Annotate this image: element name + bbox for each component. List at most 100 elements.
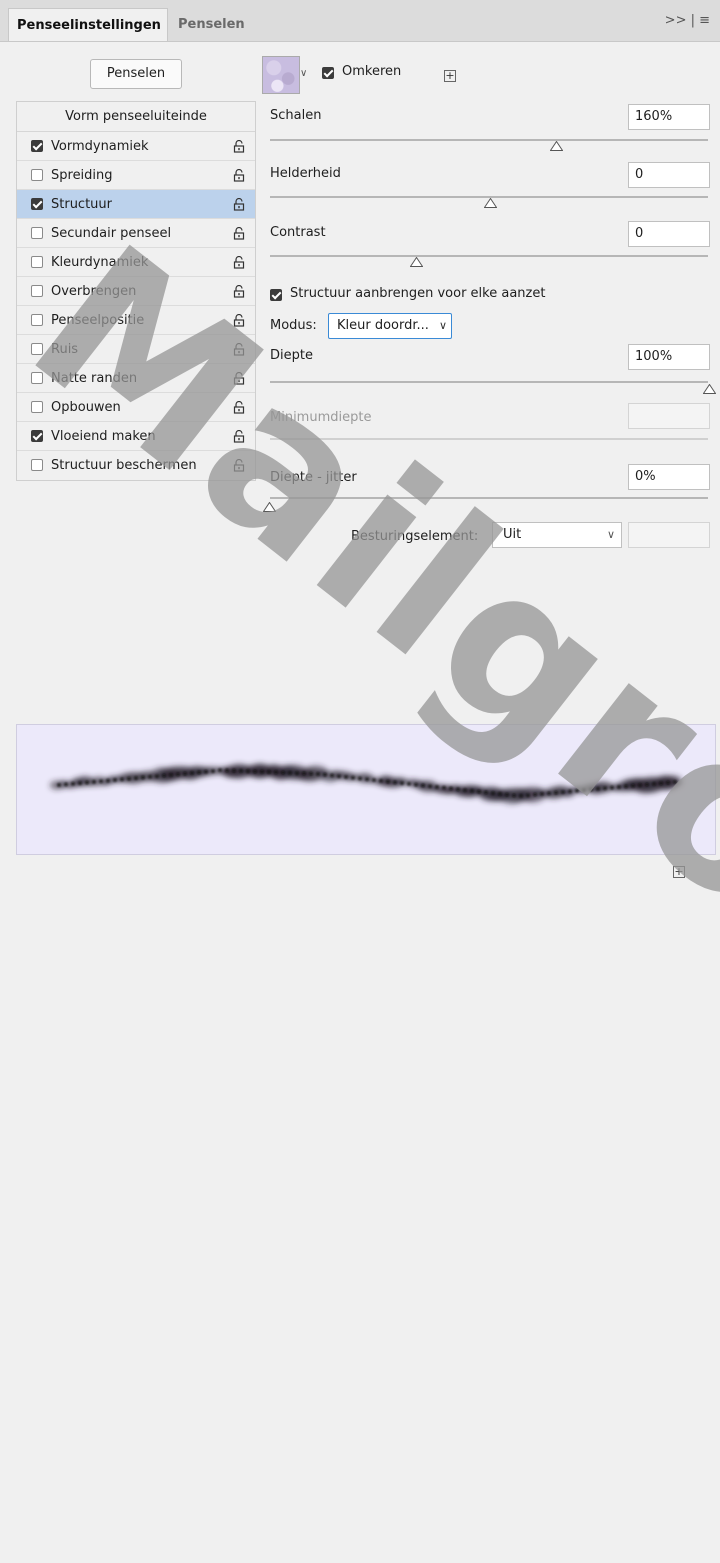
new-brush-icon[interactable]: + (673, 866, 685, 878)
texture-each-tip-checkbox[interactable] (270, 289, 282, 301)
brush-option-row[interactable]: Secundair penseel (17, 219, 255, 248)
stroke-dot (379, 779, 383, 783)
brush-option-row[interactable]: Spreiding (17, 161, 255, 190)
brush-option-row[interactable]: Ruis (17, 335, 255, 364)
stroke-dot (351, 776, 355, 780)
brightness-input[interactable]: 0 (628, 162, 710, 188)
brush-option-row[interactable]: Opbouwen (17, 393, 255, 422)
stroke-dot (477, 790, 481, 794)
brush-tip-shape-header[interactable]: Vorm penseeluiteinde (17, 102, 255, 132)
lock-icon[interactable] (233, 343, 245, 356)
texture-pattern-thumbnail[interactable] (262, 56, 300, 94)
scale-input[interactable]: 160% (628, 104, 710, 130)
option-checkbox[interactable] (31, 140, 43, 152)
lock-icon[interactable] (233, 372, 245, 385)
option-label: Kleurdynamiek (51, 255, 149, 270)
depth-slider-thumb[interactable] (703, 384, 716, 394)
dropdown-chevron-icon[interactable]: ∨ (300, 64, 314, 84)
mode-select[interactable]: Kleur doordr... ∨ (328, 313, 452, 339)
option-checkbox[interactable] (31, 227, 43, 239)
option-checkbox[interactable] (31, 430, 43, 442)
stroke-dot (169, 773, 173, 777)
stroke-dot (603, 786, 607, 790)
lock-icon[interactable] (233, 169, 245, 182)
option-checkbox[interactable] (31, 314, 43, 326)
brush-option-row[interactable]: Structuur beschermen (17, 451, 255, 480)
lock-icon[interactable] (233, 430, 245, 443)
min-depth-label: Minimumdiepte (270, 410, 372, 425)
tab-brush-settings[interactable]: Penseelinstellingen (8, 8, 168, 41)
depth-jitter-slider-thumb[interactable] (263, 502, 276, 512)
stroke-dot (85, 780, 89, 785)
option-label: Secundair penseel (51, 226, 172, 241)
contrast-slider-thumb[interactable] (410, 257, 423, 267)
stroke-dot (288, 771, 292, 775)
stroke-dot (421, 783, 425, 788)
lock-icon[interactable] (233, 256, 245, 269)
stroke-dot (302, 771, 306, 775)
scale-slider-track[interactable] (270, 139, 708, 141)
brush-option-row[interactable]: Penseelpositie (17, 306, 255, 335)
lock-icon[interactable] (233, 198, 245, 211)
option-checkbox[interactable] (31, 459, 43, 471)
stroke-dot (533, 792, 537, 797)
mode-label: Modus: (270, 318, 317, 333)
stroke-dot (400, 781, 404, 785)
lock-icon[interactable] (233, 227, 245, 240)
depth-label: Diepte (270, 348, 313, 363)
stroke-dot (239, 769, 243, 773)
panel-menu-icon[interactable]: >> | ≡ (665, 13, 710, 28)
depth-input[interactable]: 100% (628, 344, 710, 370)
stroke-dot (638, 783, 642, 787)
contrast-input[interactable]: 0 (628, 221, 710, 247)
option-label: Structuur beschermen (51, 458, 197, 473)
stroke-dot (183, 772, 187, 776)
stroke-dot (162, 773, 166, 778)
brush-option-row[interactable]: Structuur (17, 190, 255, 219)
option-checkbox[interactable] (31, 343, 43, 355)
new-preset-icon[interactable]: + (444, 70, 456, 82)
depth-jitter-slider-track[interactable] (270, 497, 708, 499)
stroke-dot (309, 772, 313, 776)
depth-jitter-input[interactable]: 0% (628, 464, 710, 490)
brushes-button[interactable]: Penselen (90, 59, 182, 89)
option-checkbox[interactable] (31, 256, 43, 268)
lock-icon[interactable] (233, 285, 245, 298)
scale-slider-thumb[interactable] (550, 141, 563, 151)
lock-icon[interactable] (233, 314, 245, 327)
control-select-value: Uit (503, 527, 522, 542)
stroke-dot (547, 791, 551, 795)
control-select[interactable]: Uit ∨ (492, 522, 622, 548)
option-checkbox[interactable] (31, 198, 43, 210)
contrast-slider-track[interactable] (270, 255, 708, 257)
brush-option-row[interactable]: Overbrengen (17, 277, 255, 306)
tab-brushes[interactable]: Penselen (170, 8, 250, 41)
lock-icon[interactable] (233, 401, 245, 414)
stroke-dot (99, 779, 103, 783)
stroke-dot (253, 769, 257, 774)
stroke-dot (386, 779, 390, 784)
brightness-slider-thumb[interactable] (484, 198, 497, 208)
brush-option-row[interactable]: Vormdynamiek (17, 132, 255, 161)
stroke-dot (414, 783, 418, 787)
invert-checkbox[interactable] (322, 67, 334, 79)
stroke-dot (512, 793, 516, 798)
stroke-dot (582, 788, 586, 792)
brush-option-row[interactable]: Vloeiend maken (17, 422, 255, 451)
stroke-dot (358, 776, 362, 781)
option-checkbox[interactable] (31, 169, 43, 181)
lock-icon[interactable] (233, 140, 245, 153)
stroke-dot (645, 782, 649, 787)
stroke-dot (246, 769, 250, 773)
invert-label: Omkeren (342, 64, 402, 79)
option-checkbox[interactable] (31, 401, 43, 413)
lock-icon[interactable] (233, 459, 245, 472)
brush-option-row[interactable]: Kleurdynamiek (17, 248, 255, 277)
depth-slider-track[interactable] (270, 381, 708, 383)
option-checkbox[interactable] (31, 372, 43, 384)
brush-option-row[interactable]: Natte randen (17, 364, 255, 393)
stroke-dot (92, 780, 96, 784)
option-checkbox[interactable] (31, 285, 43, 297)
stroke-dot (176, 772, 180, 776)
stroke-dot (316, 772, 320, 776)
